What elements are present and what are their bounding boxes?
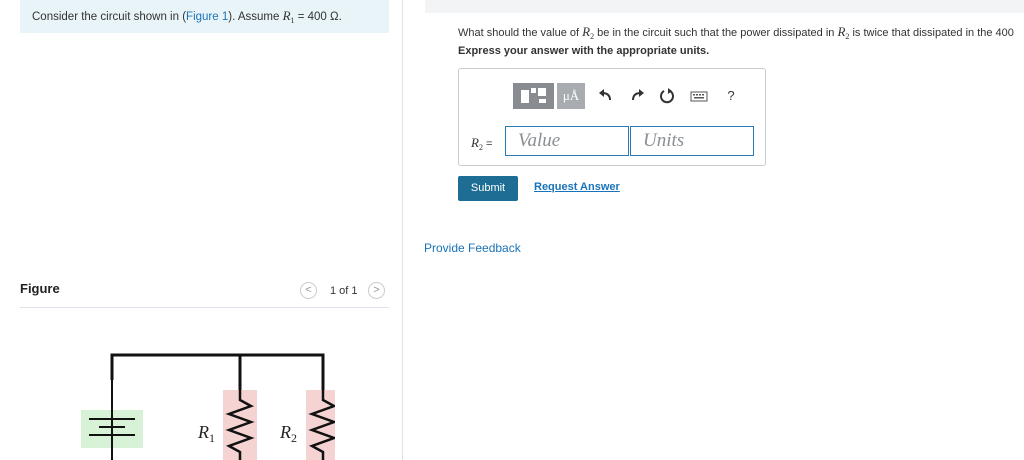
- templates-icon: [521, 88, 546, 103]
- help-button[interactable]: ?: [721, 86, 741, 106]
- problem-statement: Consider the circuit shown in (Figure 1)…: [20, 0, 389, 33]
- instruction: Express your answer with the appropriate…: [458, 45, 710, 57]
- keyboard-button[interactable]: [689, 86, 709, 106]
- answer-box: μÅ ? R2 =: [458, 68, 766, 166]
- answer-label: R2 =: [471, 135, 493, 152]
- circuit-diagram: R1 R2: [81, 353, 335, 460]
- figure-counter: 1 of 1: [330, 285, 358, 297]
- next-figure-button[interactable]: >: [368, 282, 385, 299]
- units-button[interactable]: μÅ: [557, 83, 585, 109]
- chevron-right-icon: >: [373, 284, 380, 296]
- units-input[interactable]: [630, 126, 754, 156]
- submit-button[interactable]: Submit: [458, 176, 518, 201]
- left-panel: Consider the circuit shown in (Figure 1)…: [0, 0, 403, 460]
- provide-feedback-link[interactable]: Provide Feedback: [424, 241, 521, 255]
- help-icon: ?: [727, 88, 735, 103]
- value-input[interactable]: [505, 126, 629, 156]
- question-text: What should the value of R2 be in the ci…: [458, 24, 1014, 41]
- r2-variable: R2: [837, 24, 850, 41]
- templates-button[interactable]: [513, 83, 554, 109]
- reset-button[interactable]: [657, 86, 677, 106]
- header-strip: [425, 0, 1024, 13]
- undo-icon: [599, 89, 611, 101]
- figure-heading: Figure: [20, 281, 60, 296]
- problem-prefix: Consider the circuit shown in (: [32, 11, 187, 23]
- redo-icon: [632, 89, 644, 101]
- r1-variable: R1: [282, 8, 295, 25]
- redo-button[interactable]: [627, 86, 647, 106]
- problem-text: Consider the circuit shown in (Figure 1)…: [32, 8, 342, 25]
- problem-middle: ). Assume: [228, 11, 283, 23]
- units-icon: μÅ: [562, 88, 580, 103]
- keyboard-icon: [690, 91, 708, 102]
- request-answer-link[interactable]: Request Answer: [534, 181, 620, 193]
- reset-icon: [660, 88, 674, 104]
- figure-link[interactable]: Figure 1: [186, 11, 228, 23]
- chevron-left-icon: <: [305, 284, 312, 296]
- top-wire: [110, 353, 325, 390]
- r1-label: R1: [197, 422, 215, 445]
- undo-button[interactable]: [596, 86, 616, 106]
- right-panel: What should the value of R2 be in the ci…: [403, 0, 1024, 460]
- divider: [20, 307, 389, 308]
- prev-figure-button[interactable]: <: [300, 282, 317, 299]
- r1-value: = 400 Ω.: [294, 11, 342, 23]
- r2-label: R2: [279, 422, 297, 445]
- r2-variable: R2: [582, 24, 595, 41]
